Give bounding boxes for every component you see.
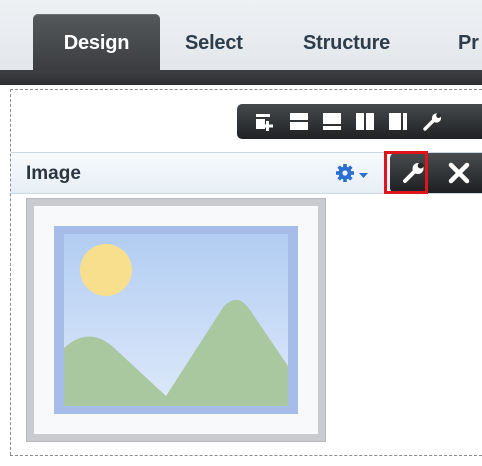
- layout-right-column-button[interactable]: [383, 104, 411, 139]
- wrench-icon: [423, 113, 442, 131]
- edit-component-button[interactable]: [392, 153, 436, 193]
- tab-pr[interactable]: Pr: [458, 14, 479, 70]
- add-box-icon: [256, 114, 273, 131]
- component-title: Image: [26, 163, 81, 184]
- image-placeholder[interactable]: [26, 198, 326, 442]
- layout-region-outline-bottom: [10, 455, 482, 456]
- remove-component-button[interactable]: [440, 153, 480, 193]
- tab-structure[interactable]: Structure: [303, 14, 390, 70]
- layout-region-outline-left: [10, 89, 11, 455]
- right-column-layout-icon: [389, 113, 407, 130]
- gear-icon: [336, 164, 368, 182]
- add-content-button[interactable]: [251, 104, 279, 139]
- layout-region-outline-top: [10, 89, 482, 90]
- component-menu-button[interactable]: [335, 162, 375, 186]
- stacked-layout-icon: [290, 113, 308, 130]
- two-column-layout-icon: [356, 113, 374, 130]
- image-mat: [34, 206, 318, 434]
- component-actions: [390, 153, 482, 193]
- tab-select[interactable]: Select: [185, 14, 243, 70]
- component-header: Image: [11, 152, 482, 194]
- tab-bar: Design Select Structure Pr: [0, 0, 482, 70]
- layout-top-bar-button[interactable]: [317, 104, 345, 139]
- page-composer-canvas: Design Select Structure Pr Image: [0, 0, 482, 466]
- layout-edit-button[interactable]: [418, 104, 446, 139]
- top-bar-layout-icon: [323, 113, 341, 130]
- layout-two-column-button[interactable]: [350, 104, 378, 139]
- layout-toolbar: [237, 104, 482, 139]
- close-icon: [448, 162, 470, 184]
- image-icon: [54, 226, 298, 414]
- wrench-icon: [403, 162, 424, 183]
- tab-bar-strip: [0, 70, 482, 85]
- tab-design[interactable]: Design: [33, 14, 160, 70]
- chevron-down-icon: [359, 173, 368, 178]
- layout-stacked-button[interactable]: [284, 104, 312, 139]
